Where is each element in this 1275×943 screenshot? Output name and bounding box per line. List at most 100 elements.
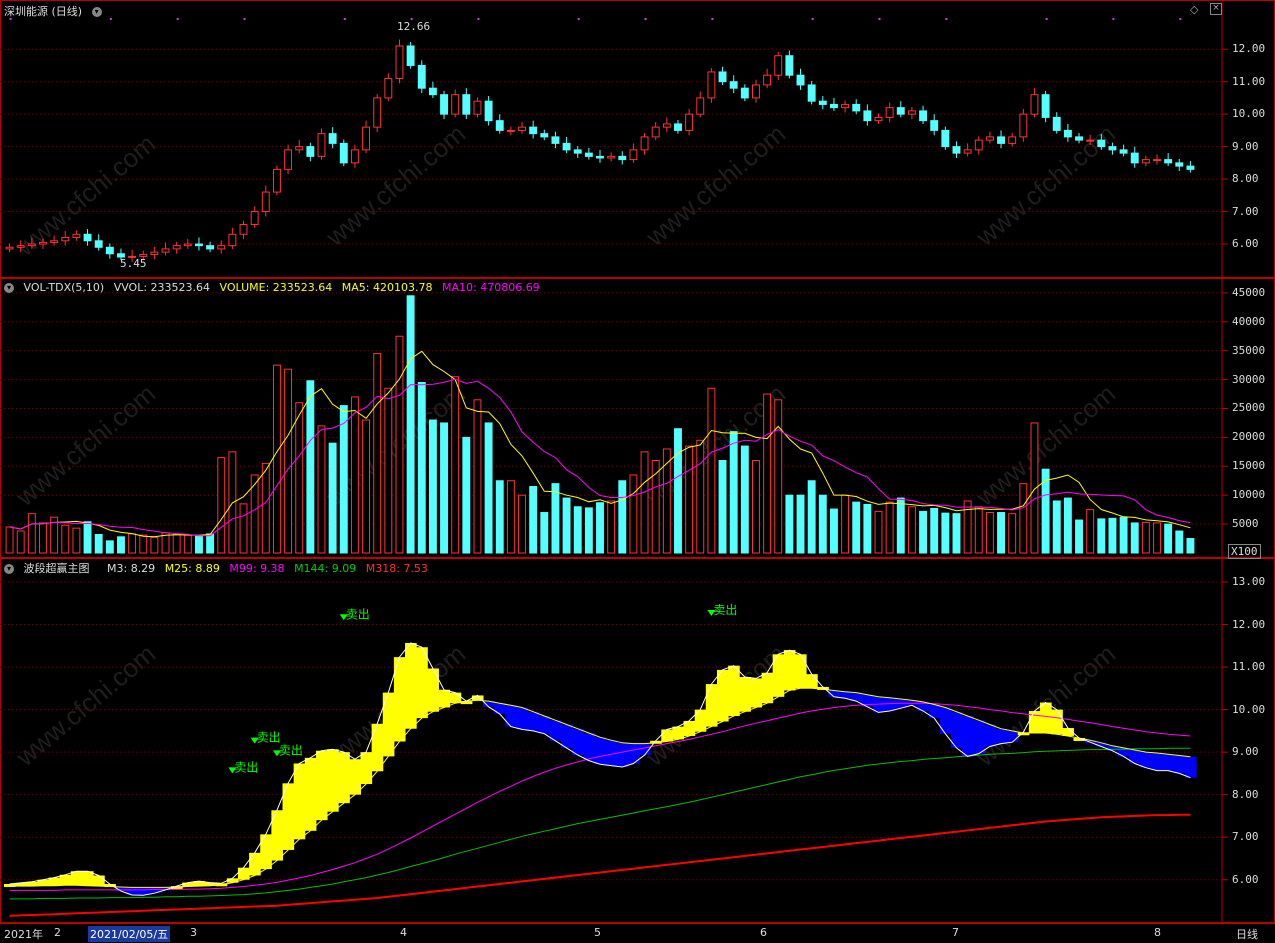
candle-body bbox=[295, 146, 304, 151]
trend-band-block bbox=[93, 875, 105, 887]
volume-bar bbox=[295, 402, 304, 554]
trend-band-block bbox=[549, 720, 562, 741]
signal-dot bbox=[176, 18, 179, 20]
indicator-name[interactable]: 波段超赢主图 bbox=[24, 562, 90, 575]
volume-bar bbox=[584, 507, 593, 554]
ma10-value: MA10: 470806.69 bbox=[441, 281, 540, 294]
trend-band-block bbox=[538, 715, 551, 734]
trend-band-block bbox=[1140, 752, 1152, 768]
collapse-icon[interactable]: ▾ bbox=[4, 564, 14, 574]
sell-signal-label: 卖出 bbox=[257, 731, 281, 745]
chart-canvas[interactable]: 卖出卖出卖出卖出 卖出 bbox=[0, 0, 1275, 943]
candle-body bbox=[384, 77, 393, 99]
period-label[interactable]: 日线 bbox=[1236, 926, 1258, 942]
signal-dot bbox=[811, 18, 814, 20]
axis-tick-label: 8.00 bbox=[1232, 787, 1259, 801]
volume-bar bbox=[172, 534, 181, 554]
candle-body bbox=[529, 126, 538, 135]
volume-bar bbox=[930, 507, 939, 554]
candle-body bbox=[451, 94, 460, 115]
volume-bar bbox=[551, 483, 560, 554]
axis-tick-label: 40000 bbox=[1232, 314, 1266, 328]
volume-bar bbox=[718, 460, 727, 554]
candle-body bbox=[941, 129, 950, 148]
collapse-icon[interactable]: ▾ bbox=[91, 7, 102, 17]
volume-bar bbox=[1175, 530, 1184, 554]
axis-tick-label: 15000 bbox=[1232, 459, 1266, 473]
axis-tick-label: 12.00 bbox=[1232, 617, 1266, 631]
candle-body bbox=[785, 55, 794, 76]
trend-band-block bbox=[561, 724, 573, 748]
trend-band-block bbox=[783, 650, 796, 691]
candle-body bbox=[484, 100, 493, 122]
date-label: 2021年 bbox=[4, 928, 43, 941]
candle-body bbox=[985, 136, 994, 141]
candle-body bbox=[1153, 159, 1161, 162]
volume-bar bbox=[206, 533, 215, 554]
trend-band-block bbox=[750, 678, 763, 708]
volume-bar bbox=[362, 419, 371, 554]
volume-bar bbox=[473, 399, 482, 554]
price-panel-header: 深圳能源 (日线) ▾ bbox=[4, 3, 108, 19]
volume-bar bbox=[61, 524, 70, 554]
trend-band-block bbox=[1184, 756, 1197, 778]
volume-bar bbox=[596, 502, 604, 554]
volume-bar bbox=[841, 494, 850, 554]
volume-bar bbox=[16, 530, 25, 554]
price-high-label: 12.66 bbox=[397, 20, 431, 33]
volume-bar bbox=[105, 540, 114, 554]
trend-band-block bbox=[449, 692, 462, 704]
sell-signal: 卖出 bbox=[707, 603, 737, 617]
volume-bar bbox=[729, 431, 738, 554]
diamond-icon[interactable]: ◇ bbox=[1190, 3, 1198, 16]
volume-bar bbox=[428, 419, 437, 554]
volume-bar bbox=[1030, 422, 1039, 554]
axis-tick-label: 35000 bbox=[1232, 343, 1266, 357]
volume-bar bbox=[440, 422, 448, 554]
signal-dot bbox=[1045, 18, 1048, 20]
volume-bar bbox=[1164, 523, 1173, 554]
candle-body bbox=[1030, 94, 1039, 115]
candle-body bbox=[94, 240, 103, 248]
signal-dot bbox=[1112, 18, 1115, 20]
axis-tick-label: 45000 bbox=[1232, 285, 1266, 299]
candle-body bbox=[1008, 136, 1017, 144]
volume-bar bbox=[529, 486, 538, 554]
date-axis[interactable]: 2021年 2 2021/02/05/五 3 4 5 6 7 8 日线 bbox=[0, 923, 1275, 943]
volume-bar bbox=[763, 393, 772, 554]
candle-body bbox=[428, 87, 437, 96]
candle-body bbox=[183, 243, 192, 247]
volume-bar bbox=[696, 439, 705, 554]
date-label: 8 bbox=[1154, 926, 1161, 939]
trend-band-block bbox=[371, 723, 384, 772]
volume-bar bbox=[217, 457, 226, 554]
trend-band-block bbox=[405, 642, 417, 729]
candle-body bbox=[952, 146, 961, 154]
close-icon[interactable]: × bbox=[1210, 3, 1222, 15]
volume-bar bbox=[774, 399, 783, 554]
price-low-label: 5.45 bbox=[120, 257, 147, 270]
volume-bar bbox=[1052, 500, 1061, 554]
volume-bar bbox=[919, 510, 928, 554]
candle-body bbox=[261, 191, 270, 213]
volume-bar bbox=[395, 335, 404, 554]
candle-body bbox=[362, 126, 371, 151]
candle-body bbox=[272, 168, 281, 193]
volume-bar bbox=[629, 474, 638, 554]
candle-body bbox=[373, 97, 382, 128]
volume-bar bbox=[27, 513, 36, 554]
trend-band-block bbox=[1173, 755, 1186, 774]
collapse-icon[interactable]: ▾ bbox=[4, 283, 14, 293]
volume-bar bbox=[963, 500, 972, 554]
volume-bar bbox=[1063, 497, 1072, 554]
volume-indicator-name[interactable]: VOL-TDX(5,10) bbox=[24, 281, 105, 294]
candle-body bbox=[1130, 152, 1139, 164]
candle-body bbox=[640, 136, 649, 151]
trend-band-block bbox=[1151, 752, 1164, 771]
axis-tick-label: 25000 bbox=[1232, 401, 1266, 415]
trend-band-block bbox=[527, 711, 540, 731]
axis-tick-label: 6.00 bbox=[1232, 872, 1259, 886]
axis-tick-label: 11.00 bbox=[1232, 74, 1266, 88]
candle-body bbox=[1019, 113, 1028, 138]
trend-band-block bbox=[884, 697, 896, 712]
